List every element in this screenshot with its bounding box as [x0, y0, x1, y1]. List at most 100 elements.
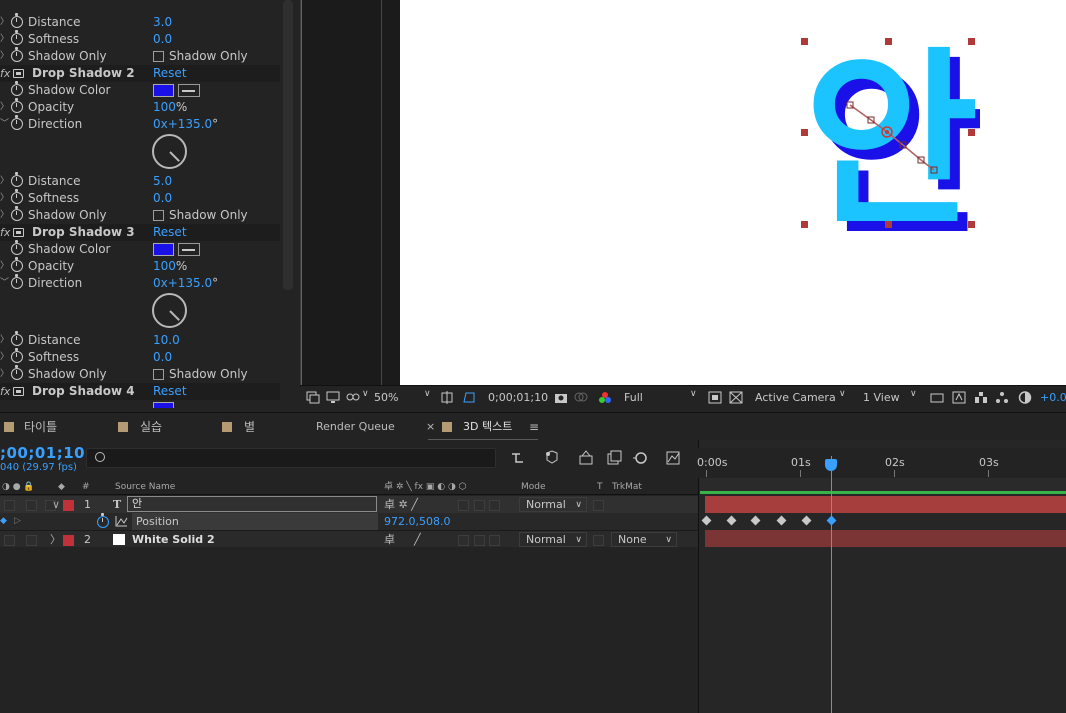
fx-icon[interactable]: fx [0, 224, 10, 241]
switch-box[interactable] [474, 535, 485, 546]
position-property-row[interactable]: ◆ ▷ Position 972.0,508.0 [0, 513, 698, 530]
graph-icon[interactable] [115, 516, 128, 527]
tab-practice[interactable]: 실습 [140, 419, 162, 435]
layer-search-input[interactable] [86, 448, 496, 468]
color-swatch[interactable] [153, 402, 174, 408]
blend-mode-dropdown[interactable]: Normal ∨ [519, 532, 587, 547]
stopwatch-icon[interactable] [11, 172, 23, 187]
twirl-right-icon[interactable]: 〉 [0, 48, 9, 65]
reset-link[interactable]: Reset [153, 383, 187, 400]
chevron-down-icon[interactable]: ∨ [910, 389, 917, 399]
twirl-right-icon[interactable]: 〉 [0, 366, 9, 383]
mode-header[interactable]: Mode [521, 479, 546, 495]
stopwatch-icon[interactable] [11, 274, 23, 289]
fx-icon[interactable]: fx [0, 383, 10, 400]
stopwatch-icon[interactable] [11, 13, 23, 28]
twirl-right-icon[interactable]: 〉 [0, 332, 9, 349]
twirl-right-icon[interactable]: 〉 [0, 99, 9, 116]
eyedropper-icon[interactable] [178, 84, 200, 97]
property-value[interactable]: 100% [153, 99, 187, 116]
stopwatch-icon[interactable] [11, 331, 23, 346]
mask-visibility-icon[interactable] [346, 391, 360, 404]
draft-3d-icon[interactable] [544, 450, 560, 466]
property-value[interactable]: 5.0 [153, 173, 172, 190]
shadow-only-checkbox[interactable] [153, 210, 164, 221]
stopwatch-icon[interactable] [11, 98, 23, 113]
layer-row[interactable]: 〉 2 White Solid 2 卓 ╱ Normal ∨ None ∨ [0, 530, 698, 547]
shadow-only-checkbox[interactable] [153, 369, 164, 380]
effect-header-drop-shadow-2[interactable]: fx Drop Shadow 2 Reset [0, 65, 280, 82]
chevron-down-icon[interactable]: ∨ [839, 389, 846, 399]
layer-name-field[interactable]: 안 [127, 496, 377, 512]
twirl-right-icon[interactable]: 〉 [0, 173, 9, 190]
layer-switches[interactable]: 卓 [384, 531, 395, 548]
render-3d-icon[interactable] [952, 391, 966, 404]
lock-switch[interactable] [26, 500, 37, 511]
work-area[interactable] [700, 478, 1066, 492]
reset-link[interactable]: Reset [153, 224, 187, 241]
video-switch[interactable] [4, 535, 15, 546]
twirl-right-icon[interactable]: 〉 [0, 14, 9, 31]
reset-exposure-icon[interactable] [1018, 391, 1032, 404]
property-value[interactable]: 0.0 [153, 190, 172, 207]
quality-switch[interactable]: ╱ [414, 531, 421, 548]
chevron-down-icon[interactable]: ∨ [690, 389, 697, 399]
channel-icon[interactable] [598, 391, 612, 404]
snapshot-icon[interactable] [574, 391, 588, 404]
position-value[interactable]: 972.0,508.0 [384, 513, 450, 530]
camera-icon[interactable] [554, 391, 568, 404]
chevron-down-icon[interactable]: ∨ [424, 389, 431, 399]
stopwatch-icon[interactable] [11, 348, 23, 363]
close-icon[interactable]: × [426, 419, 435, 435]
source-name-header[interactable]: Source Name [115, 479, 175, 495]
stopwatch-icon[interactable] [11, 115, 23, 130]
track-matte-header[interactable]: TrkMat [612, 479, 642, 495]
stopwatch-icon[interactable] [11, 240, 23, 255]
fast-previews-icon[interactable] [708, 391, 722, 404]
comp-flowchart-icon[interactable] [974, 391, 988, 404]
property-value[interactable]: 0x+135.0° [153, 116, 218, 133]
eyedropper-icon[interactable] [178, 243, 200, 256]
monitor-icon[interactable] [326, 391, 340, 404]
switch-box[interactable] [489, 500, 500, 511]
tab-title[interactable]: 타이틀 [24, 419, 57, 435]
tab-3d-text[interactable]: 3D 텍스트 [463, 419, 512, 435]
bounding-handle[interactable] [801, 129, 808, 136]
property-value[interactable]: 0.0 [153, 349, 172, 366]
flowchart-icon[interactable] [995, 391, 1009, 404]
switches-header-icons[interactable]: 卓 ✲ ╲ fx ▣ ◐ ◑ ⬡ [384, 479, 467, 495]
zoom-dropdown[interactable]: 50% [374, 390, 398, 406]
grid-guides-icon[interactable] [440, 391, 454, 404]
track-matte-dropdown[interactable]: None ∨ [611, 532, 677, 547]
stopwatch-icon[interactable] [11, 81, 23, 96]
stopwatch-icon[interactable] [11, 257, 23, 272]
lock-switch[interactable] [26, 535, 37, 546]
stopwatch-icon[interactable] [11, 47, 23, 62]
stopwatch-icon[interactable] [11, 365, 23, 380]
toggle-pixel-aspect-icon[interactable] [930, 391, 944, 404]
work-area-bar[interactable] [700, 491, 1066, 494]
bounding-handle[interactable] [885, 221, 892, 228]
color-swatch[interactable] [153, 84, 174, 97]
shadow-only-checkbox[interactable] [153, 51, 164, 62]
bounding-handle[interactable] [885, 38, 892, 45]
property-value[interactable]: 100% [153, 258, 187, 275]
reset-link[interactable]: Reset [153, 65, 187, 82]
layer-label-color[interactable] [63, 535, 74, 546]
twirl-down-icon[interactable]: ﹀ [0, 275, 9, 292]
chevron-down-icon[interactable]: ∨ [362, 389, 369, 399]
transparency-grid-icon[interactable] [729, 391, 743, 404]
twirl-right-icon[interactable]: 〉 [0, 258, 9, 275]
preserve-transparency-checkbox[interactable] [593, 535, 604, 546]
text-layer-artwork[interactable]: 안 안 [790, 35, 980, 235]
switch-box[interactable] [489, 535, 500, 546]
layer-row[interactable]: ∨ 1 T 안 卓 ✲ ╱ Normal ∨ [0, 496, 698, 513]
exposure-value[interactable]: +0.0 [1040, 390, 1066, 406]
motion-blur-icon[interactable] [632, 450, 648, 466]
label-icon[interactable]: ◆ [58, 479, 65, 495]
twirl-down-icon[interactable]: ﹀ [0, 116, 9, 133]
frame-blending-icon[interactable] [606, 450, 622, 466]
color-swatch[interactable] [153, 243, 174, 256]
camera-dropdown[interactable]: Active Camera [755, 390, 836, 406]
property-value[interactable]: 3.0 [153, 14, 172, 31]
